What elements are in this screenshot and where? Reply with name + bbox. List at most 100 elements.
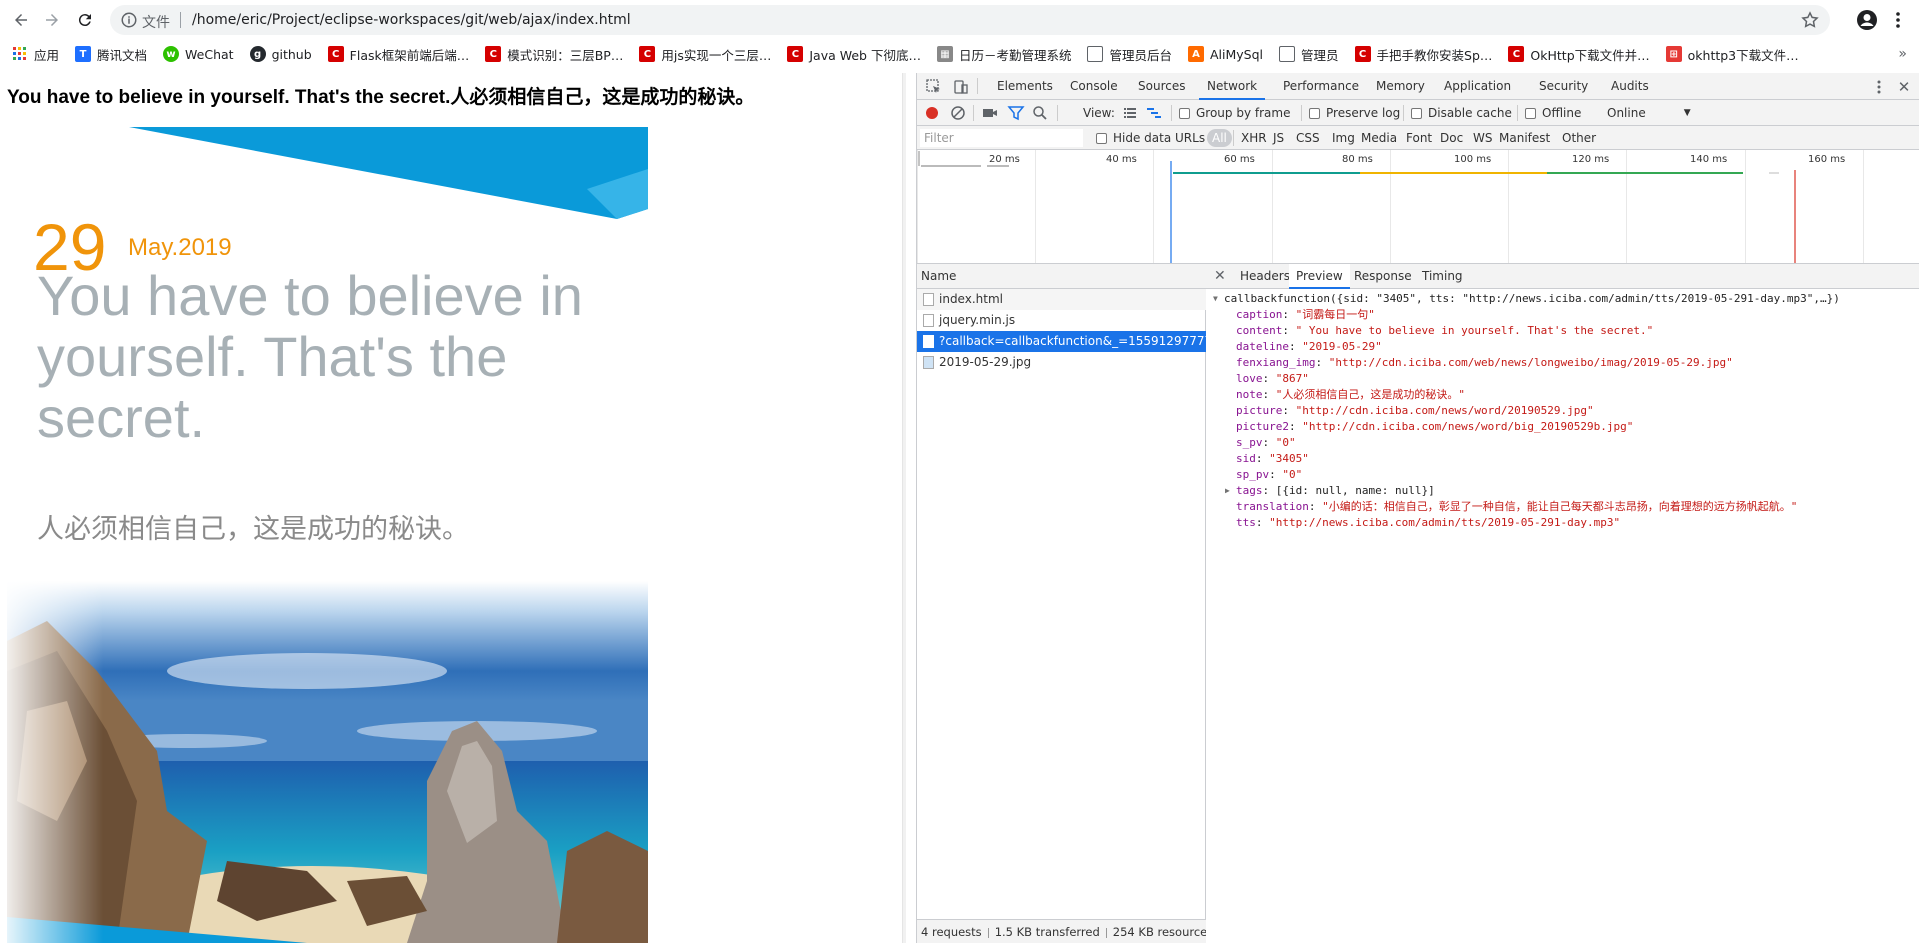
bookmark-pattern-recognition[interactable]: C 模式识别：三层BP… xyxy=(477,41,631,67)
filter-type-font[interactable]: Font xyxy=(1402,129,1436,147)
tab-headers[interactable]: Headers xyxy=(1233,264,1297,289)
tab-network[interactable]: Network xyxy=(1199,73,1266,100)
collapse-arrow-icon[interactable]: ▼ xyxy=(1213,294,1218,303)
bookmark-js-three-layer[interactable]: C 用js实现一个三层… xyxy=(631,41,779,67)
status-divider xyxy=(987,927,989,938)
preserve-log-checkbox[interactable]: Preserve log xyxy=(1309,104,1400,122)
omnibox[interactable]: 文件 /home/eric/Project/eclipse-workspaces… xyxy=(110,5,1830,35)
request-count: 4 requests xyxy=(921,925,982,939)
bookmark-admin[interactable]: 管理员 xyxy=(1271,41,1347,67)
json-colon: : xyxy=(1262,388,1276,401)
view-label: View: xyxy=(1083,106,1115,120)
bookmark-tencent-docs[interactable]: T 腾讯文档 xyxy=(67,41,155,67)
offline-checkbox[interactable]: Offline xyxy=(1525,104,1581,122)
json-key: picture2 xyxy=(1236,420,1289,433)
tab-sources[interactable]: Sources xyxy=(1130,73,1193,100)
chrome-menu-icon[interactable] xyxy=(1890,8,1906,32)
json-value: "3405" xyxy=(1269,452,1309,465)
request-detail-panel: ✕ Headers Preview Response Timing ▼ call… xyxy=(1206,264,1919,943)
request-row-jquery[interactable]: jquery.min.js xyxy=(917,310,1206,331)
device-toolbar-icon[interactable] xyxy=(951,78,969,96)
bookmark-apps[interactable]: 应用 xyxy=(0,41,67,67)
url-text[interactable]: /home/eric/Project/eclipse-workspaces/gi… xyxy=(192,12,631,28)
tab-timing[interactable]: Timing xyxy=(1415,264,1470,289)
bookmark-wechat[interactable]: w WeChat xyxy=(155,41,242,67)
expand-arrow-icon[interactable]: ▶ xyxy=(1225,486,1230,495)
account-icon[interactable] xyxy=(1855,8,1879,32)
tab-elements[interactable]: Elements xyxy=(989,73,1061,100)
filter-type-xhr[interactable]: XHR xyxy=(1237,129,1271,147)
filter-type-other[interactable]: Other xyxy=(1558,129,1600,147)
record-icon[interactable] xyxy=(923,104,941,122)
group-by-frame-checkbox[interactable]: Group by frame xyxy=(1179,104,1290,122)
checkbox[interactable] xyxy=(1525,107,1536,119)
reload-button[interactable] xyxy=(73,8,97,32)
page-scrollbar[interactable]: ▲ xyxy=(902,73,906,943)
disable-cache-checkbox[interactable]: Disable cache xyxy=(1411,104,1512,122)
bookmark-okhttp-download[interactable]: C OkHttp下载文件并… xyxy=(1500,41,1657,67)
filter-type-ws[interactable]: WS xyxy=(1469,129,1496,147)
filter-type-css[interactable]: CSS xyxy=(1292,129,1324,147)
forward-arrow-icon xyxy=(46,14,58,26)
checkbox[interactable] xyxy=(1179,107,1190,119)
filter-funnel-icon[interactable] xyxy=(1007,104,1025,122)
tab-preview[interactable]: Preview xyxy=(1289,264,1350,289)
large-rows-icon[interactable] xyxy=(1121,104,1139,122)
hide-data-urls-label: Hide data URLs xyxy=(1113,131,1206,145)
screenshot-camera-icon[interactable] xyxy=(981,104,999,122)
filter-type-media[interactable]: Media xyxy=(1357,129,1401,147)
inspect-element-icon[interactable] xyxy=(925,78,943,96)
bookmark-java-web[interactable]: C Java Web 下彻底… xyxy=(779,41,929,67)
request-row-index-html[interactable]: index.html xyxy=(917,289,1206,310)
bookmark-flask[interactable]: C Flask框架前端后端… xyxy=(320,41,478,67)
bookmark-calendar[interactable]: ▦ 日历－考勤管理系统 xyxy=(929,41,1080,67)
checkbox[interactable] xyxy=(1096,132,1107,144)
tab-security[interactable]: Security xyxy=(1531,73,1596,100)
request-row-image[interactable]: 2019-05-29.jpg xyxy=(917,352,1206,373)
filter-type-img[interactable]: Img xyxy=(1328,129,1359,147)
waterfall-overview-icon[interactable] xyxy=(1145,104,1163,122)
json-value: "2019-05-29" xyxy=(1302,340,1382,353)
search-icon[interactable] xyxy=(1031,104,1049,122)
name-column-header[interactable]: Name xyxy=(917,264,1206,289)
bookmarks-overflow-button[interactable]: » xyxy=(1898,46,1907,62)
filter-type-all[interactable]: All xyxy=(1207,129,1232,147)
json-field-tags[interactable]: tags: [{id: null, name: null}] xyxy=(1236,483,1435,499)
tab-performance[interactable]: Performance xyxy=(1275,73,1367,100)
star-icon[interactable] xyxy=(1800,10,1820,30)
clear-icon[interactable] xyxy=(949,104,967,122)
devtools-menu-icon[interactable] xyxy=(1872,78,1886,96)
bookmarks-bar: 应用 T 腾讯文档 w WeChat g github C Flask框架前端后… xyxy=(0,40,1919,68)
request-row-callback[interactable]: ?callback=callbackfunction&_=15591297777… xyxy=(917,331,1206,352)
json-field-tts: tts: "http://news.iciba.com/admin/tts/20… xyxy=(1236,515,1620,531)
json-value: "http://cdn.iciba.com/news/word/20190529… xyxy=(1295,404,1594,417)
devtools-tabbar: Elements Console Sources Network Perform… xyxy=(917,73,1919,100)
tab-response[interactable]: Response xyxy=(1347,264,1419,289)
checkbox[interactable] xyxy=(1411,107,1422,119)
tab-memory[interactable]: Memory xyxy=(1368,73,1433,100)
forward-button[interactable] xyxy=(40,8,64,32)
info-icon[interactable] xyxy=(120,11,138,29)
filter-type-manifest[interactable]: Manifest xyxy=(1495,129,1554,147)
bookmark-admin-backend[interactable]: 管理员后台 xyxy=(1079,41,1180,67)
bookmark-alimysql[interactable]: A AliMySql xyxy=(1180,41,1271,67)
network-overview-timeline[interactable]: 20 ms 40 ms 60 ms 80 ms 100 ms 120 ms 14… xyxy=(917,150,1919,264)
bookmark-okhttp3[interactable]: ⊞ okhttp3下载文件… xyxy=(1658,41,1807,67)
filter-type-js[interactable]: JS xyxy=(1269,129,1288,147)
back-button[interactable] xyxy=(9,8,33,32)
hide-data-urls-checkbox[interactable]: Hide data URLs xyxy=(1096,129,1205,147)
filter-input[interactable] xyxy=(920,129,1083,147)
close-detail-icon[interactable]: ✕ xyxy=(1214,268,1228,284)
bookmark-github[interactable]: g github xyxy=(242,41,320,67)
close-devtools-icon[interactable]: ✕ xyxy=(1897,78,1911,96)
json-root-line[interactable]: callbackfunction({sid: "3405", tts: "htt… xyxy=(1224,291,1840,307)
json-colon: : xyxy=(1269,468,1283,481)
checkbox[interactable] xyxy=(1309,107,1320,119)
bookmark-install-sp[interactable]: C 手把手教你安装Sp… xyxy=(1347,41,1501,67)
tab-console[interactable]: Console xyxy=(1062,73,1126,100)
throttling-select[interactable]: Online ▼ xyxy=(1607,104,1691,122)
filter-type-doc[interactable]: Doc xyxy=(1436,129,1467,147)
scroll-up-icon[interactable]: ▲ xyxy=(905,74,906,84)
tab-application[interactable]: Application xyxy=(1436,73,1519,100)
tab-audits[interactable]: Audits xyxy=(1603,73,1657,100)
